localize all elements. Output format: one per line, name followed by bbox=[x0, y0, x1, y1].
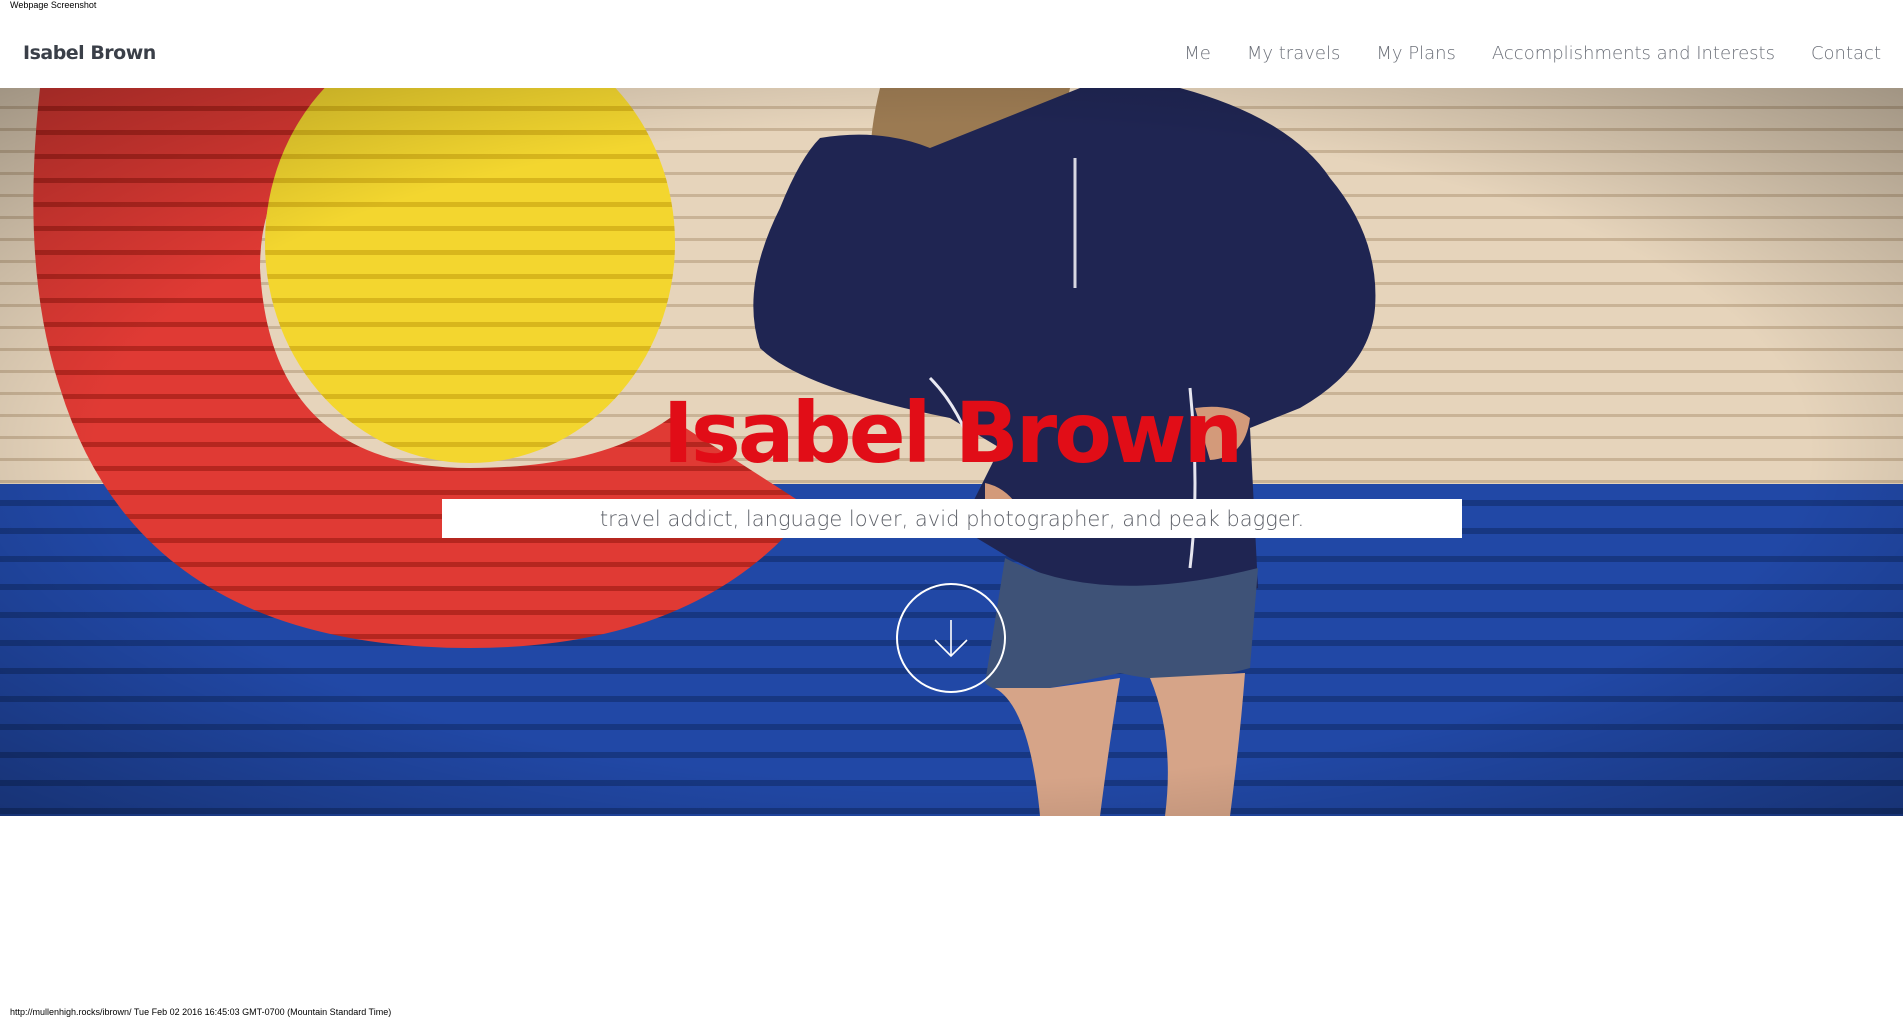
scroll-down-button[interactable] bbox=[896, 583, 1006, 693]
hero-tagline: travel addict, language lover, avid phot… bbox=[599, 506, 1305, 531]
tagline-box: travel addict, language lover, avid phot… bbox=[442, 499, 1462, 538]
print-header: Webpage Screenshot bbox=[10, 0, 97, 10]
hero-section: Isabel Brown travel addict, language lov… bbox=[0, 88, 1903, 816]
nav-item-my-travels[interactable]: My travels bbox=[1247, 43, 1341, 64]
site-brand[interactable]: Isabel Brown bbox=[23, 42, 156, 64]
nav-item-accomplishments[interactable]: Accomplishments and Interests bbox=[1492, 43, 1775, 64]
nav-item-contact[interactable]: Contact bbox=[1811, 43, 1881, 64]
arrow-down-icon bbox=[934, 620, 968, 658]
page: Webpage Screenshot Isabel Brown Me My tr… bbox=[0, 0, 1903, 1019]
nav-item-my-plans[interactable]: My Plans bbox=[1376, 43, 1456, 64]
nav-links: Me My travels My Plans Accomplishments a… bbox=[1148, 43, 1881, 64]
print-footer: http://mullenhigh.rocks/ibrown/ Tue Feb … bbox=[10, 1007, 392, 1017]
hero-title: Isabel Brown bbox=[662, 384, 1244, 482]
nav-item-me[interactable]: Me bbox=[1184, 43, 1211, 64]
navbar: Isabel Brown Me My travels My Plans Acco… bbox=[0, 18, 1903, 88]
